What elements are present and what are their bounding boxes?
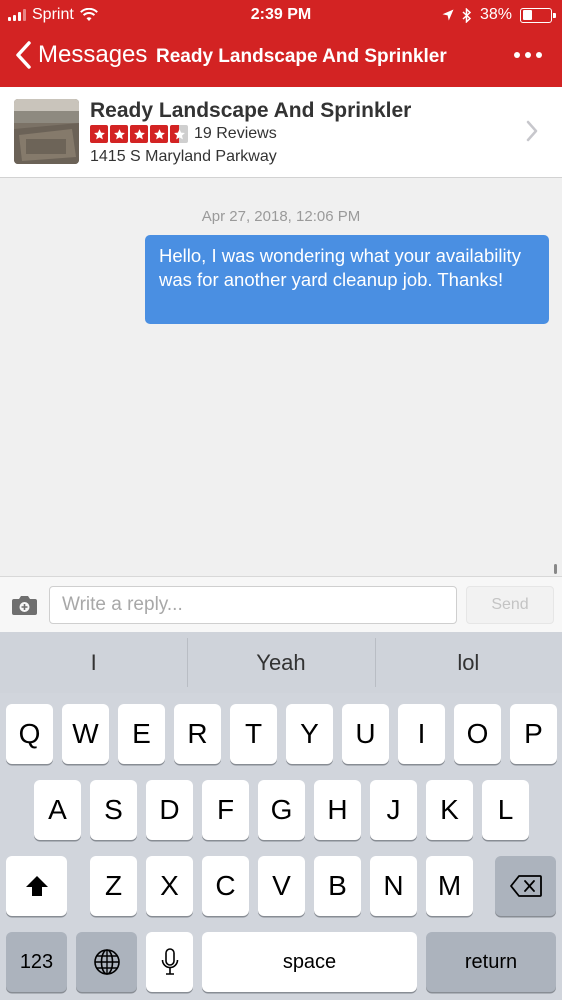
- battery-percent: 38%: [479, 6, 512, 23]
- backspace-icon: [509, 875, 542, 897]
- predictive-text-bar: I Yeah lol: [0, 632, 562, 693]
- star-icon: [150, 125, 168, 143]
- back-button[interactable]: Messages: [14, 40, 147, 70]
- backspace-key[interactable]: [495, 856, 556, 916]
- key-u[interactable]: U: [342, 704, 389, 764]
- key-q[interactable]: Q: [6, 704, 53, 764]
- suggestion-item[interactable]: Yeah: [187, 632, 374, 693]
- camera-icon[interactable]: [11, 595, 38, 616]
- key-s[interactable]: S: [90, 780, 137, 840]
- keyboard: Q W E R T Y U I O P A S D F G H J K L Z …: [0, 693, 562, 1000]
- key-w[interactable]: W: [62, 704, 109, 764]
- battery-icon: [520, 7, 556, 23]
- key-x[interactable]: X: [146, 856, 193, 916]
- key-l[interactable]: L: [482, 780, 529, 840]
- key-o[interactable]: O: [454, 704, 501, 764]
- key-h[interactable]: H: [314, 780, 361, 840]
- key-c[interactable]: C: [202, 856, 249, 916]
- key-b[interactable]: B: [314, 856, 361, 916]
- space-key[interactable]: space: [202, 932, 417, 992]
- key-i[interactable]: I: [398, 704, 445, 764]
- star-icon: [130, 125, 148, 143]
- globe-key[interactable]: [76, 932, 137, 992]
- business-card[interactable]: Ready Landscape And Sprinkler 19 Reviews…: [0, 87, 562, 178]
- message-timestamp: Apr 27, 2018, 12:06 PM: [201, 208, 361, 225]
- battery-fill: [522, 10, 533, 20]
- key-a[interactable]: A: [34, 780, 81, 840]
- star-icon: [90, 125, 108, 143]
- key-y[interactable]: Y: [286, 704, 333, 764]
- key-t[interactable]: T: [230, 704, 277, 764]
- reply-bar: Send: [0, 576, 562, 632]
- bluetooth-icon: [462, 7, 472, 23]
- more-options-button[interactable]: [514, 52, 542, 58]
- more-dot-icon: [514, 52, 520, 58]
- return-key[interactable]: return: [426, 932, 556, 992]
- location-arrow-icon: [442, 9, 454, 21]
- half-star-icon: [170, 125, 188, 143]
- key-p[interactable]: P: [510, 704, 557, 764]
- microphone-key[interactable]: [146, 932, 193, 992]
- shift-arrow-icon: [25, 876, 48, 896]
- key-d[interactable]: D: [146, 780, 193, 840]
- scroll-indicator[interactable]: [554, 564, 557, 574]
- business-photo: [14, 99, 79, 164]
- page-title: Ready Landscape And Sprinkler: [156, 46, 447, 67]
- business-rating: 19 Reviews: [90, 125, 277, 143]
- suggestion-item[interactable]: I: [0, 632, 187, 693]
- key-m[interactable]: M: [426, 856, 473, 916]
- chevron-right-icon: [526, 120, 538, 142]
- key-z[interactable]: Z: [90, 856, 137, 916]
- key-v[interactable]: V: [258, 856, 305, 916]
- key-r[interactable]: R: [174, 704, 221, 764]
- key-e[interactable]: E: [118, 704, 165, 764]
- status-bar: Sprint 2:39 PM 38%: [0, 0, 562, 30]
- review-count: 19 Reviews: [194, 125, 277, 142]
- key-f[interactable]: F: [202, 780, 249, 840]
- globe-icon: [93, 949, 120, 975]
- app-header: Sprint 2:39 PM 38% Messages Ready Landsc…: [0, 0, 562, 87]
- key-g[interactable]: G: [258, 780, 305, 840]
- numbers-key[interactable]: 123: [6, 932, 67, 992]
- back-label: Messages: [38, 41, 148, 68]
- key-n[interactable]: N: [370, 856, 417, 916]
- chevron-left-icon: [16, 41, 31, 69]
- more-dot-icon: [536, 52, 542, 58]
- key-j[interactable]: J: [370, 780, 417, 840]
- send-button[interactable]: Send: [466, 586, 554, 624]
- sent-message-bubble: Hello, I was wondering what your availab…: [145, 235, 549, 324]
- suggestion-item[interactable]: lol: [374, 632, 562, 693]
- status-right: 38%: [442, 6, 556, 24]
- more-dot-icon: [525, 52, 531, 58]
- key-k[interactable]: K: [426, 780, 473, 840]
- reply-input[interactable]: [49, 586, 457, 624]
- star-icon: [110, 125, 128, 143]
- business-name: Ready Landscape And Sprinkler: [90, 99, 412, 122]
- nav-bar: Messages Ready Landscape And Sprinkler: [0, 30, 562, 87]
- business-address: 1415 S Maryland Parkway: [90, 148, 277, 165]
- star-rating: [90, 125, 188, 143]
- shift-key[interactable]: [6, 856, 67, 916]
- microphone-icon: [161, 948, 178, 975]
- message-thread[interactable]: Apr 27, 2018, 12:06 PM Hello, I was wond…: [0, 178, 562, 576]
